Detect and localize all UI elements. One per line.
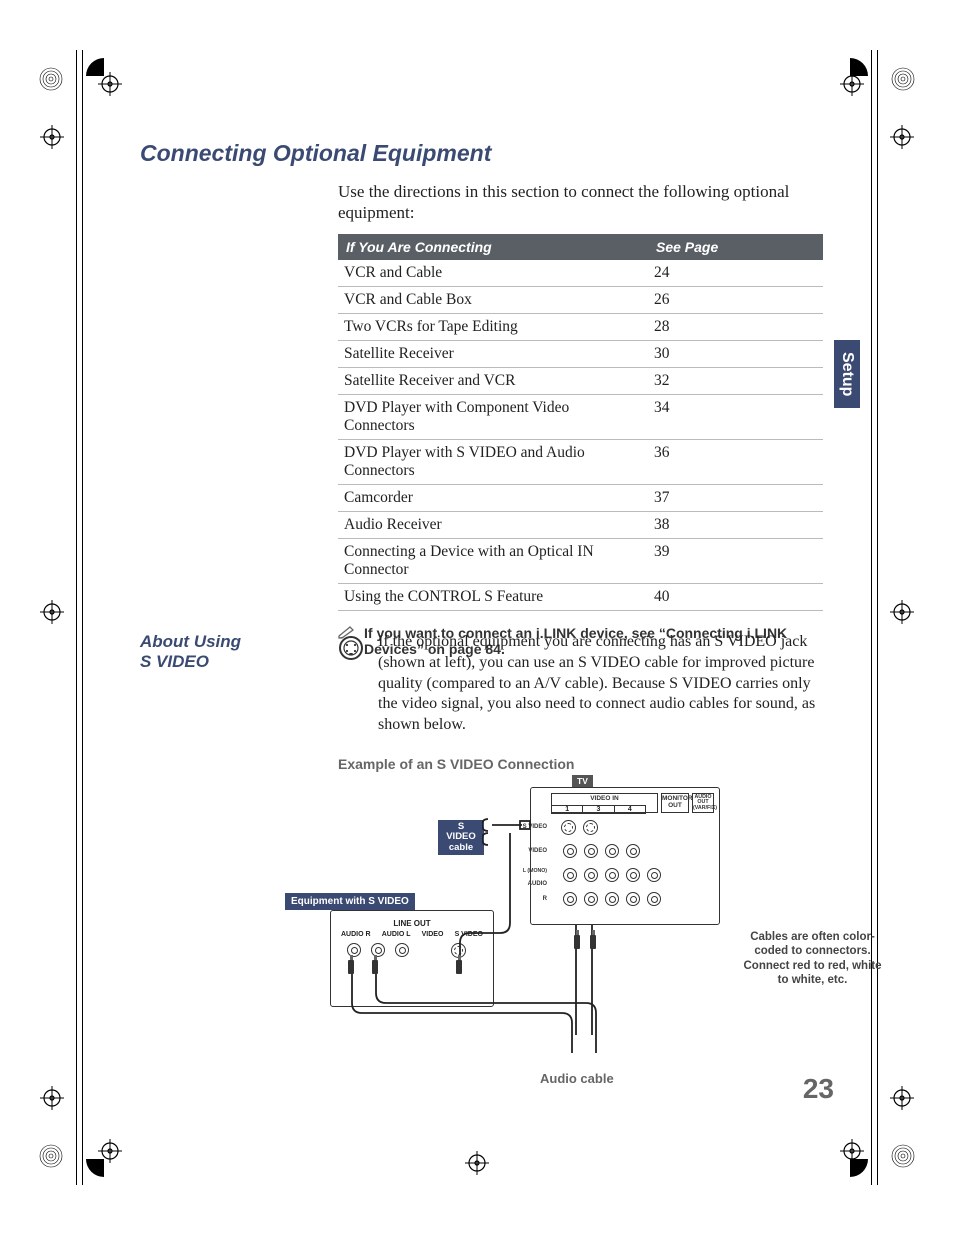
crosshair-target-icon [98,1139,122,1163]
intro-paragraph: Use the directions in this section to co… [338,181,793,224]
crosshair-target-icon [98,72,122,96]
tv-audio-l-jack [584,868,598,882]
crosshair-target-icon [840,72,864,96]
page-content: Connecting Optional Equipment Use the di… [140,140,839,1135]
table-row: Two VCRs for Tape Editing28 [338,313,823,340]
table-row: VCR and Cable Box26 [338,286,823,313]
gutter-line [76,50,77,1185]
connection-table: If You Are Connecting See Page VCR and C… [338,234,823,611]
registration-rosette [38,66,64,92]
table-row: Connecting a Device with an Optical IN C… [338,538,823,583]
tv-svideo-jack [583,820,598,835]
gutter-line [871,50,872,1185]
crosshair-target-icon [890,1086,914,1110]
table-row: DVD Player with Component Video Connecto… [338,394,823,439]
tv-audio-r-jack [647,892,661,906]
tv-audio-r-jack [584,892,598,906]
rca-plug-icon [590,935,596,949]
crosshair-target-icon [465,1151,489,1175]
crosshair-target-icon [40,600,64,624]
equipment-label: Equipment with S VIDEO [285,893,415,910]
registration-rosette [890,66,916,92]
tv-audio-l-jack [626,868,640,882]
registration-rosette [38,1143,64,1169]
table-row: Satellite Receiver30 [338,340,823,367]
diagram-tv-label: TV [572,775,593,787]
svideo-plug-icon [456,960,462,974]
tv-audio-r-jack [605,892,619,906]
gutter-line [877,50,878,1185]
crosshair-target-icon [890,125,914,149]
table-row: DVD Player with S VIDEO and Audio Connec… [338,439,823,484]
svideo-jack-icon [338,635,364,736]
tv-video-jack [584,844,598,858]
panel-label-audio-out: AUDIO OUT (VAR/FIX) [692,793,714,813]
tv-video-jack [605,844,619,858]
page-number: 23 [803,1073,834,1105]
example-title: Example of an S VIDEO Connection [338,756,818,772]
tv-video-jack [626,844,640,858]
gutter-line [82,50,83,1185]
rca-plug-icon [372,960,378,974]
panel-label-monitor-out: MONITOR OUT [661,793,689,813]
crosshair-target-icon [840,1139,864,1163]
svideo-section: If the optional equipment you are connec… [338,632,818,772]
table-row: Using the CONTROL S Feature40 [338,583,823,610]
table-header-page: See Page [648,234,823,260]
svideo-paragraph: If the optional equipment you are connec… [378,632,818,736]
rca-plug-icon [348,960,354,974]
tv-audio-l-jack [647,868,661,882]
audio-cable-label: Audio cable [540,1071,614,1086]
table-row: Satellite Receiver and VCR32 [338,367,823,394]
tv-audio-r-jack [626,892,640,906]
table-row: Camcorder37 [338,484,823,511]
svideo-connection-diagram: TV VIDEO IN MONITOR OUT AUDIO OUT (VAR/F… [240,775,835,1080]
table-header-connecting: If You Are Connecting [338,234,648,260]
registration-rosette [890,1143,916,1169]
tv-audio-l-jack [605,868,619,882]
color-code-callout: Cables are often color-coded to connecto… [740,930,885,988]
table-row: VCR and Cable24 [338,260,823,287]
section-title: Connecting Optional Equipment [140,140,839,167]
equip-video-jack [395,943,409,957]
crosshair-target-icon [890,600,914,624]
subheading-about-svideo: About Using S VIDEO [140,632,280,671]
rca-plug-icon [574,935,580,949]
crosshair-target-icon [40,125,64,149]
table-row: Audio Receiver38 [338,511,823,538]
crosshair-target-icon [40,1086,64,1110]
